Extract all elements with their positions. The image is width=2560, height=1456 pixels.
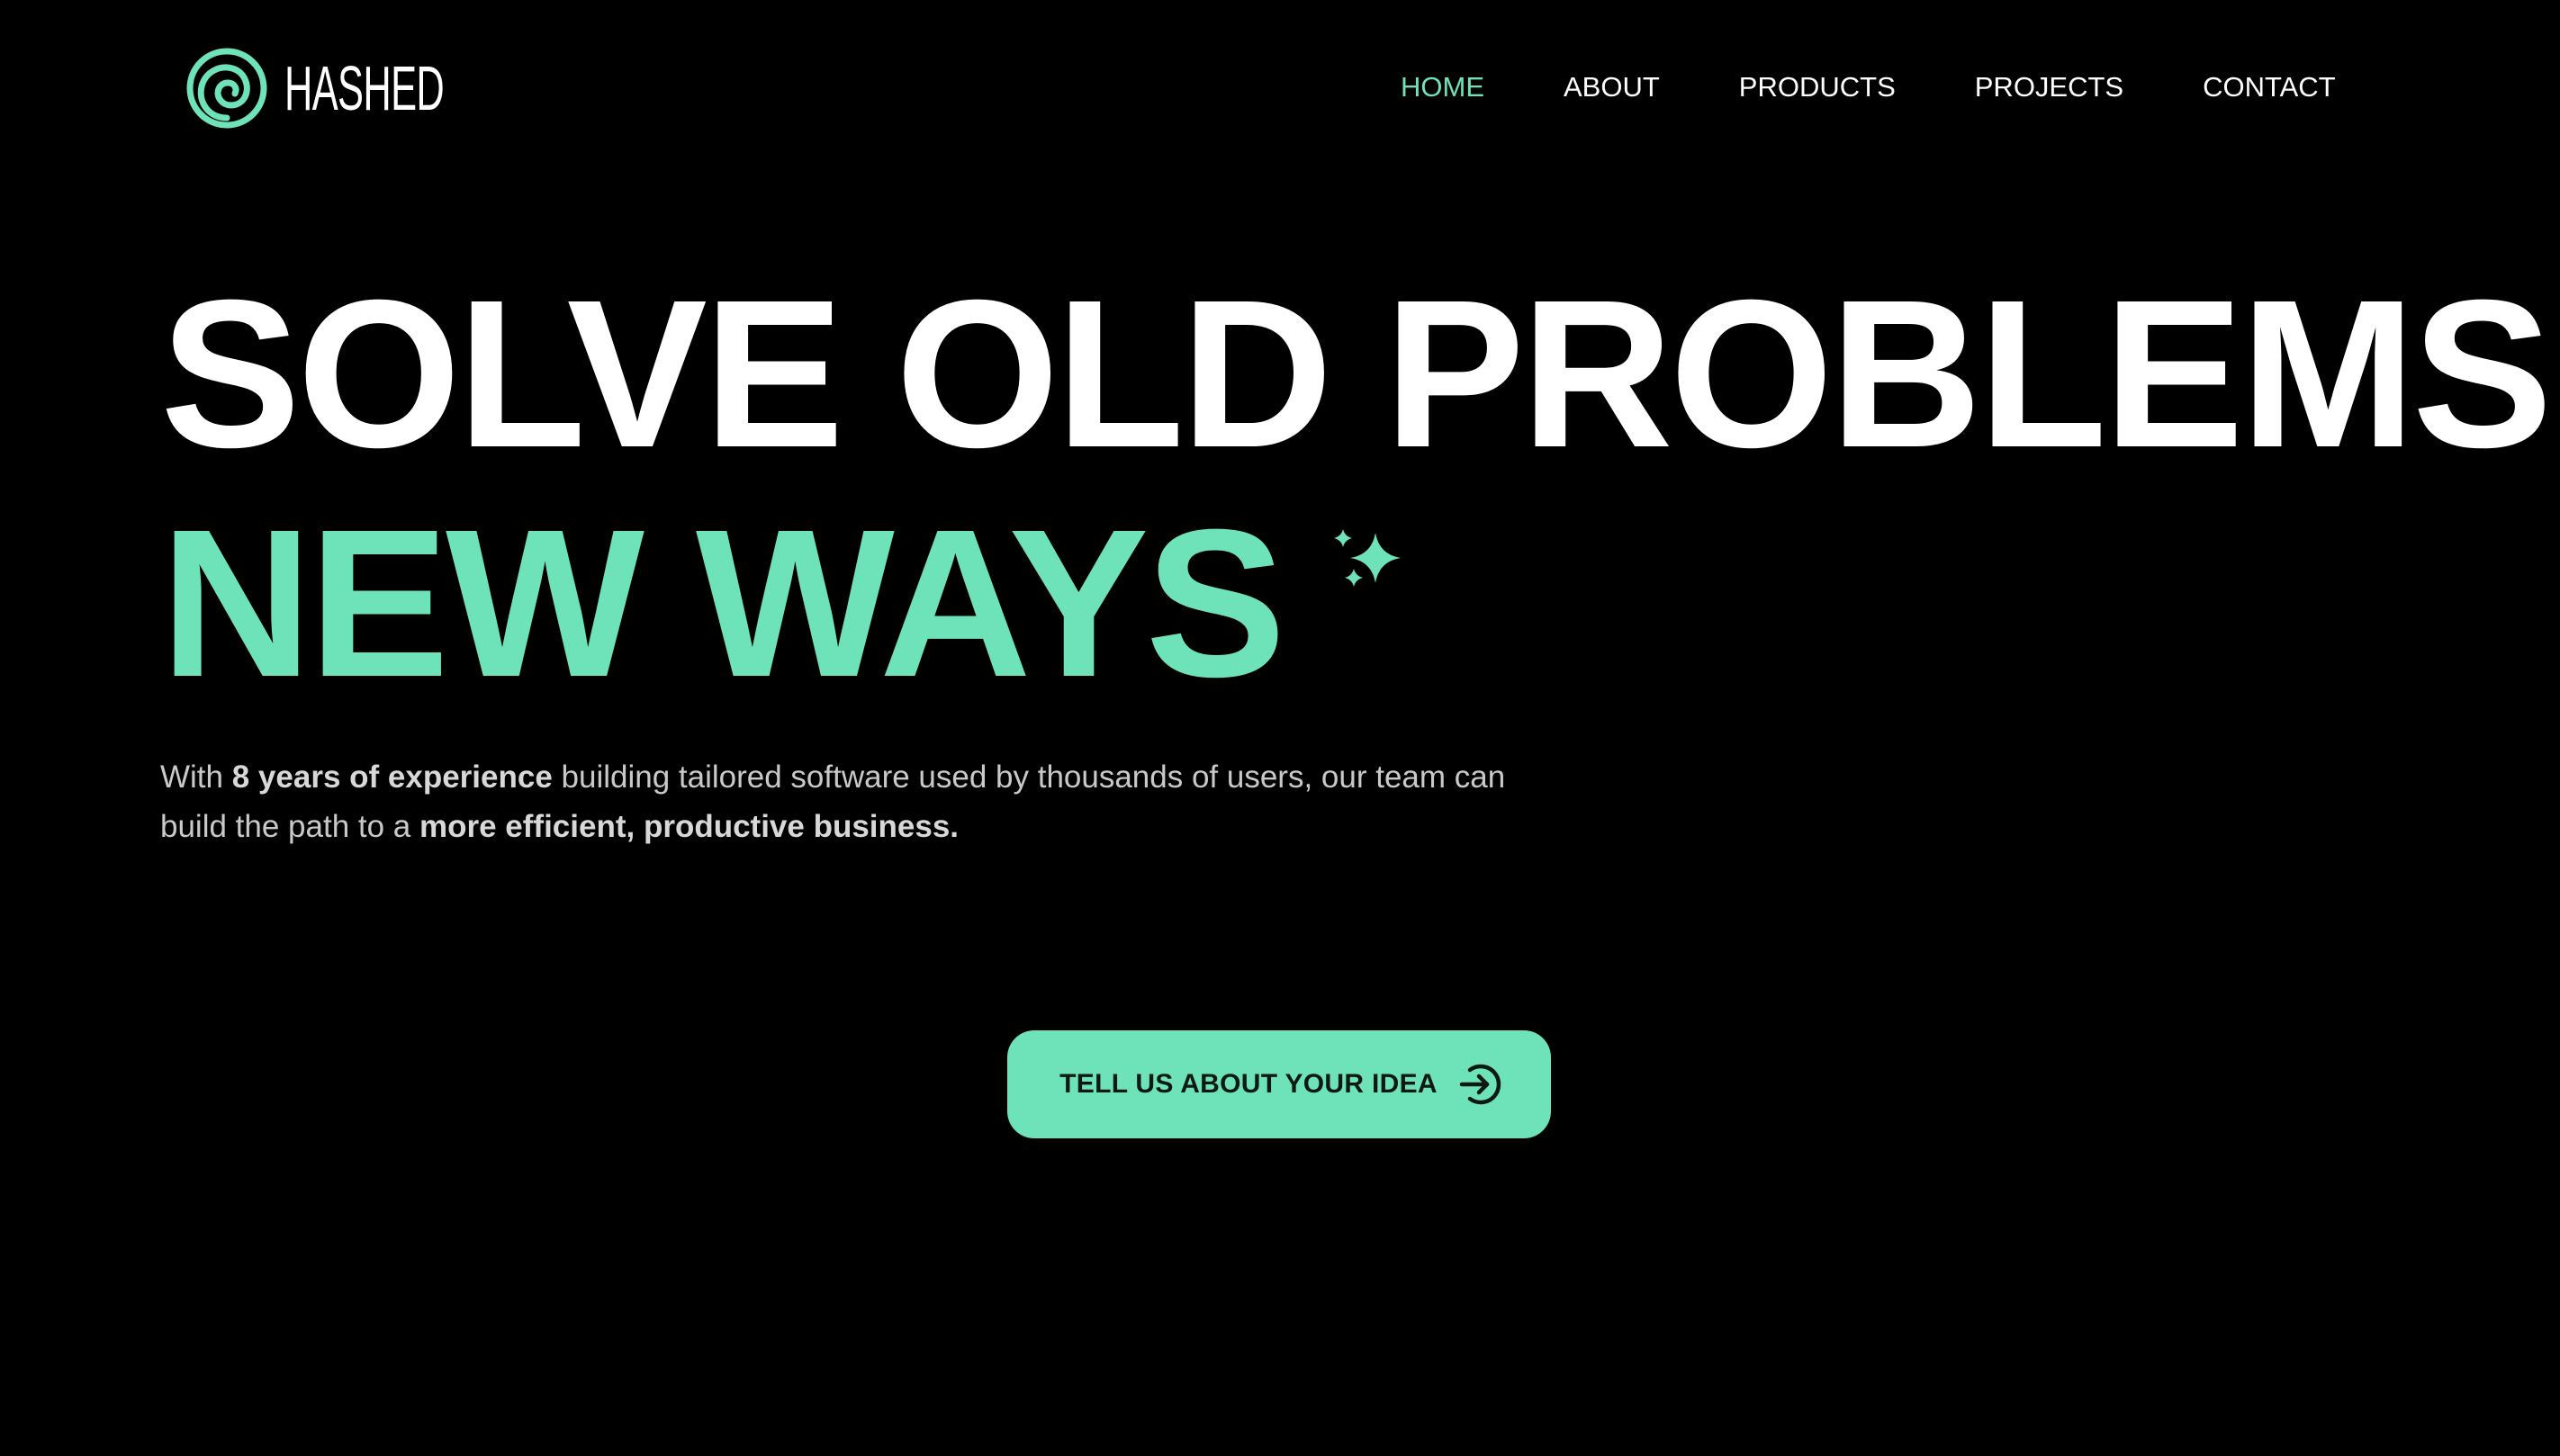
cta-button-label: TELL US ABOUT YOUR IDEA xyxy=(1059,1069,1438,1099)
lead-bold-business: more efficient, productive business. xyxy=(419,809,960,844)
spiral-logo-icon xyxy=(186,48,267,129)
lead-bold-experience: 8 years of experience xyxy=(231,759,553,795)
nav-item-about[interactable]: ABOUT xyxy=(1564,71,1660,103)
headline-line-2: NEW WAYS xyxy=(160,485,1286,721)
hero-description: With 8 years of experience building tail… xyxy=(160,752,1564,851)
nav-item-products[interactable]: PRODUCTS xyxy=(1739,71,1896,103)
nav-item-projects[interactable]: PROJECTS xyxy=(1975,71,2123,103)
arrow-right-circle-icon xyxy=(1459,1064,1501,1105)
cta-button[interactable]: TELL US ABOUT YOUR IDEA xyxy=(1007,1030,1551,1138)
headline-line-1: SOLVE OLD PROBLEMS xyxy=(160,256,2553,491)
logo-link[interactable]: HASHED xyxy=(185,45,542,131)
lead-text-1: With xyxy=(160,759,232,795)
nav-item-home[interactable]: HOME xyxy=(1401,71,1484,103)
main-nav: HOME ABOUT PRODUCTS PROJECTS CONTACT xyxy=(1401,65,2336,110)
sparkle-icon xyxy=(1334,529,1401,587)
nav-item-contact[interactable]: CONTACT xyxy=(2203,71,2336,103)
logo-text: HASHED xyxy=(284,53,445,123)
